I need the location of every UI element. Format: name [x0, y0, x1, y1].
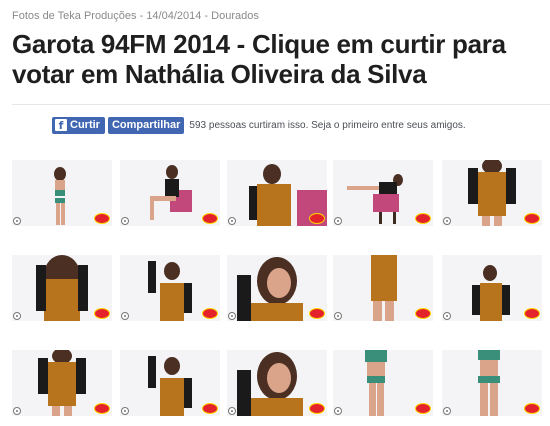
- radio-logo-icon: [415, 308, 431, 319]
- zoom-icon[interactable]: [121, 407, 129, 415]
- zoom-icon[interactable]: [228, 312, 236, 320]
- zoom-icon[interactable]: [13, 407, 21, 415]
- radio-logo-icon: [202, 403, 218, 414]
- gallery-thumbnail[interactable]: [333, 160, 433, 226]
- zoom-icon[interactable]: [228, 407, 236, 415]
- radio-logo-icon: [524, 403, 540, 414]
- zoom-icon[interactable]: [121, 312, 129, 320]
- radio-logo-icon: [309, 213, 325, 224]
- gallery-thumbnail[interactable]: [12, 160, 112, 226]
- gallery-thumbnail[interactable]: [12, 350, 112, 416]
- gallery-thumbnail[interactable]: [442, 350, 542, 416]
- gallery-thumbnail[interactable]: [442, 255, 542, 321]
- radio-logo-icon: [524, 308, 540, 319]
- zoom-icon[interactable]: [334, 217, 342, 225]
- zoom-icon[interactable]: [13, 312, 21, 320]
- radio-logo-icon: [94, 403, 110, 414]
- radio-logo-icon: [415, 403, 431, 414]
- zoom-icon[interactable]: [228, 217, 236, 225]
- radio-logo-icon: [94, 213, 110, 224]
- gallery-thumbnail[interactable]: [442, 160, 542, 226]
- radio-logo-icon: [202, 308, 218, 319]
- gallery-thumbnail[interactable]: [120, 255, 220, 321]
- gallery-thumbnail[interactable]: [227, 255, 327, 321]
- zoom-icon[interactable]: [443, 407, 451, 415]
- radio-logo-icon: [524, 213, 540, 224]
- gallery-thumbnail[interactable]: [333, 350, 433, 416]
- zoom-icon[interactable]: [121, 217, 129, 225]
- gallery-thumbnail[interactable]: [120, 160, 220, 226]
- zoom-icon[interactable]: [443, 312, 451, 320]
- radio-logo-icon: [415, 213, 431, 224]
- zoom-icon[interactable]: [334, 312, 342, 320]
- radio-logo-icon: [94, 308, 110, 319]
- zoom-icon[interactable]: [13, 217, 21, 225]
- radio-logo-icon: [309, 403, 325, 414]
- photo-gallery: [0, 0, 550, 426]
- radio-logo-icon: [309, 308, 325, 319]
- gallery-thumbnail[interactable]: [12, 255, 112, 321]
- zoom-icon[interactable]: [334, 407, 342, 415]
- gallery-thumbnail[interactable]: [120, 350, 220, 416]
- zoom-icon[interactable]: [443, 217, 451, 225]
- gallery-thumbnail[interactable]: [227, 160, 327, 226]
- radio-logo-icon: [202, 213, 218, 224]
- gallery-thumbnail[interactable]: [333, 255, 433, 321]
- gallery-thumbnail[interactable]: [227, 350, 327, 416]
